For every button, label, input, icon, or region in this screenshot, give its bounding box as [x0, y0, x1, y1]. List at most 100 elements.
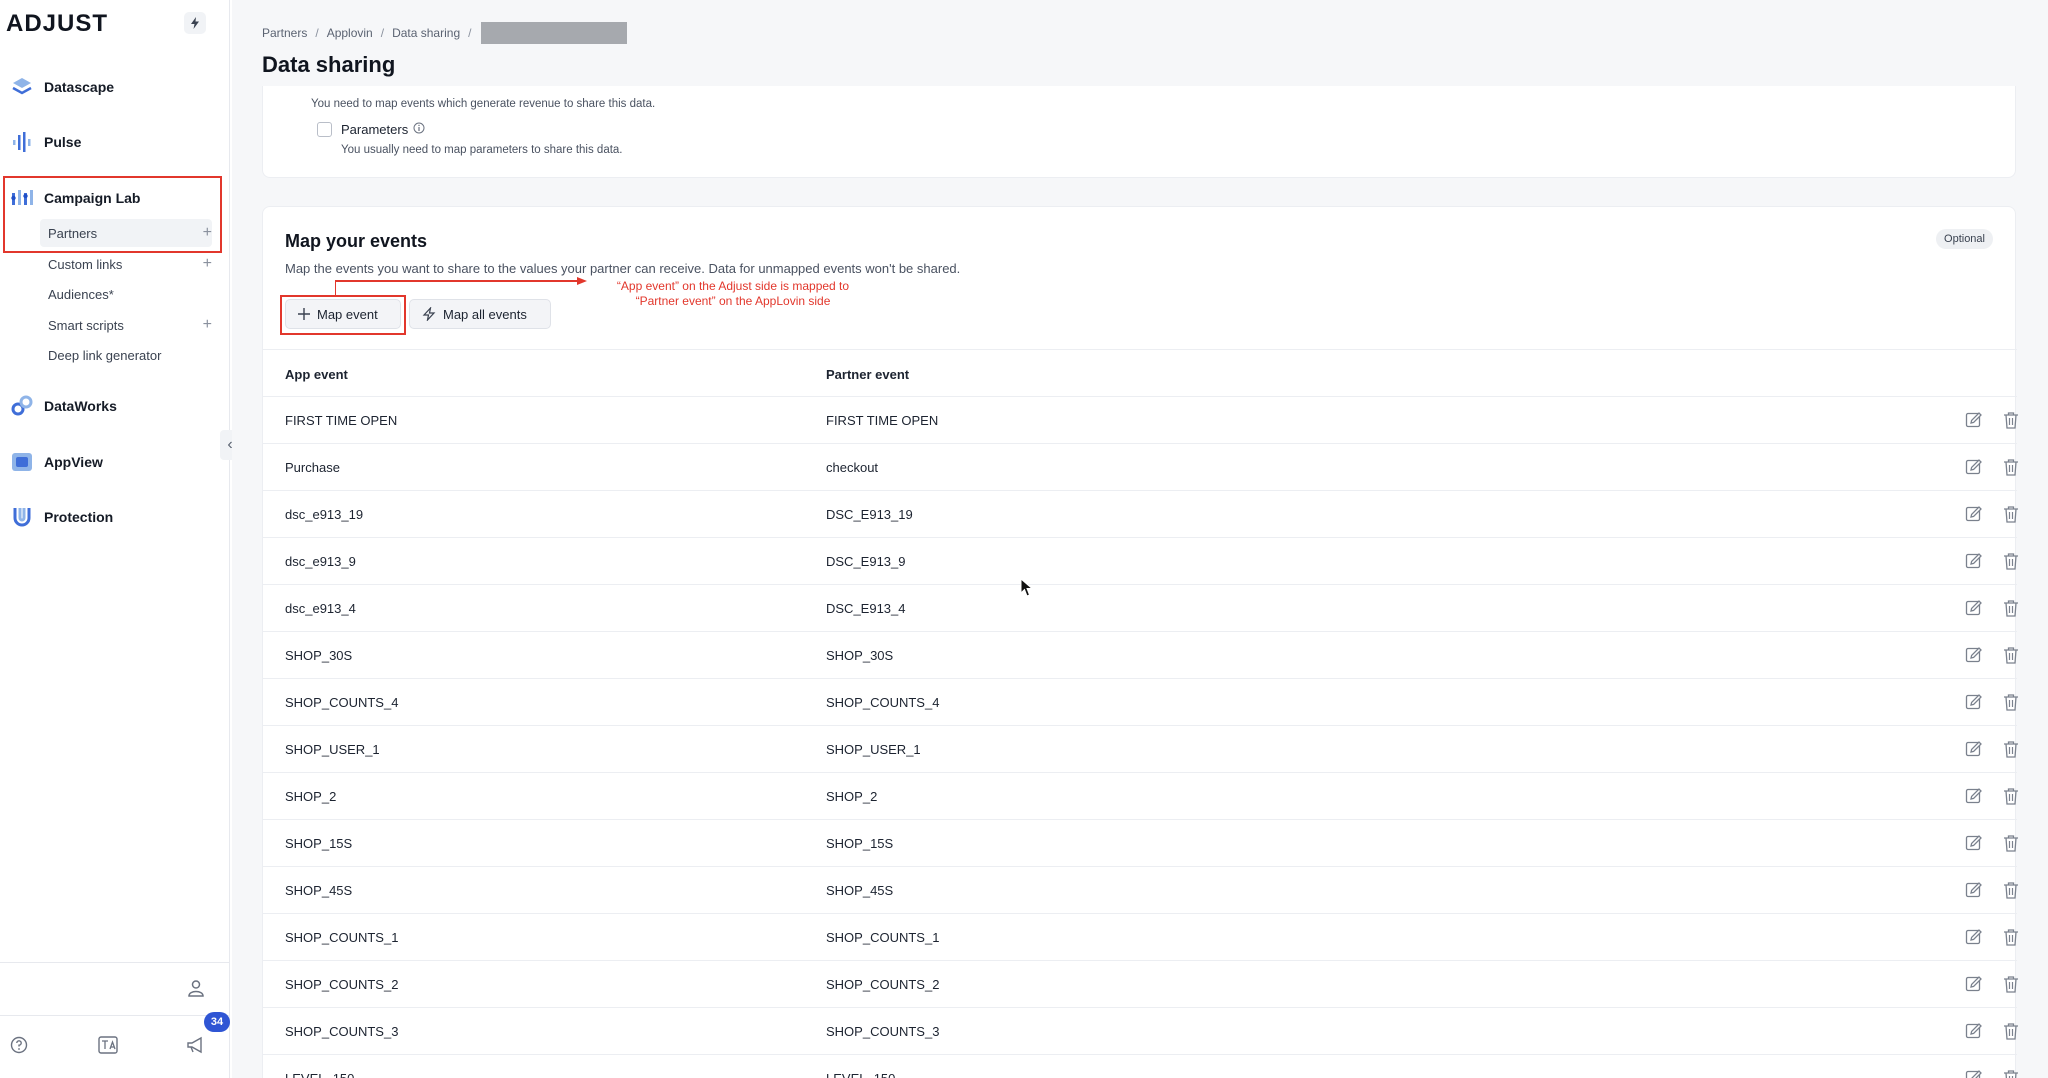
table-row: SHOP_2 SHOP_2 — [263, 773, 2019, 820]
app-event-cell: dsc_e913_9 — [285, 554, 356, 569]
nav-label: Protection — [44, 509, 114, 525]
partner-event-cell: SHOP_COUNTS_4 — [826, 695, 940, 710]
breadcrumb-separator: / — [468, 26, 472, 40]
table-row: SHOP_15S SHOP_15S — [263, 820, 2019, 867]
trash-icon[interactable] — [2003, 646, 2019, 669]
table-row: SHOP_30S SHOP_30S — [263, 632, 2019, 679]
map-all-events-button[interactable]: Map all events — [409, 299, 551, 329]
protection-icon — [10, 505, 34, 529]
app-event-cell: SHOP_COUNTS_1 — [285, 930, 399, 945]
nav-dataworks[interactable]: DataWorks — [10, 389, 117, 423]
table-row: SHOP_COUNTS_1 SHOP_COUNTS_1 — [263, 914, 2019, 961]
nav-protection[interactable]: Protection — [10, 500, 113, 534]
breadcrumb-partners[interactable]: Partners — [262, 26, 307, 40]
sidebar-item-label: Audiences* — [48, 286, 114, 302]
sidebar-item-custom-links[interactable]: Custom links + — [48, 250, 212, 278]
parameters-label-row[interactable]: Parameters — [341, 122, 425, 137]
nav-datascape[interactable]: Datascape — [10, 70, 114, 104]
breadcrumb-applovin[interactable]: Applovin — [327, 26, 373, 40]
announcement-megaphone-icon[interactable] — [186, 1036, 206, 1059]
page-title: Data sharing — [262, 52, 396, 77]
column-header-app-event: App event — [285, 367, 348, 382]
edit-icon[interactable] — [1965, 928, 1983, 951]
trash-icon[interactable] — [2003, 1069, 2019, 1078]
add-custom-link-plus-icon[interactable]: + — [203, 255, 212, 273]
button-label: Map event — [317, 306, 378, 322]
table-row: FIRST TIME OPEN FIRST TIME OPEN — [263, 397, 2019, 444]
edit-icon[interactable] — [1965, 646, 1983, 669]
trash-icon[interactable] — [2003, 505, 2019, 528]
adjust-logo[interactable]: ADJUST — [6, 10, 108, 38]
add-smart-script-plus-icon[interactable]: + — [203, 316, 212, 334]
optional-badge: Optional — [1936, 229, 1993, 249]
add-partner-plus-icon[interactable]: + — [203, 224, 212, 242]
map-event-button[interactable]: Map event — [285, 299, 401, 329]
info-icon[interactable] — [413, 122, 425, 137]
edit-icon[interactable] — [1965, 740, 1983, 763]
trash-icon[interactable] — [2003, 787, 2019, 810]
sidebar-item-audiences[interactable]: Audiences* — [48, 280, 212, 308]
app-event-cell: SHOP_45S — [285, 883, 353, 898]
app-event-cell: SHOP_2 — [285, 789, 337, 804]
trash-icon[interactable] — [2003, 693, 2019, 716]
revenue-note: You need to map events which generate re… — [311, 98, 656, 110]
edit-icon[interactable] — [1965, 975, 1983, 998]
sidebar-item-label: Deep link generator — [48, 347, 162, 363]
translate-icon[interactable] — [98, 1036, 118, 1059]
bolt-icon — [191, 17, 199, 29]
edit-icon[interactable] — [1965, 552, 1983, 575]
edit-icon[interactable] — [1965, 411, 1983, 434]
help-icon[interactable] — [10, 1036, 28, 1059]
annotation-line: “App event” on the Adjust side is mapped… — [616, 279, 850, 293]
edit-icon[interactable] — [1965, 787, 1983, 810]
sidebar-item-label: Custom links — [48, 256, 123, 272]
edit-icon[interactable] — [1965, 1022, 1983, 1045]
edit-icon[interactable] — [1965, 599, 1983, 622]
app-event-cell: FIRST TIME OPEN — [285, 413, 398, 428]
main-content: Partners / Applovin / Data sharing / Dat… — [232, 0, 2048, 1078]
edit-icon[interactable] — [1965, 834, 1983, 857]
table-row: SHOP_COUNTS_3 SHOP_COUNTS_3 — [263, 1008, 2019, 1055]
section-description: Map the events you want to share to the … — [285, 261, 961, 276]
nav-pulse[interactable]: Pulse — [10, 125, 81, 159]
sidebar-item-smart-scripts[interactable]: Smart scripts + — [48, 311, 212, 339]
pin-sidebar-button[interactable] — [184, 12, 206, 34]
edit-icon[interactable] — [1965, 458, 1983, 481]
plus-icon — [298, 308, 310, 320]
table-row: dsc_e913_9 DSC_E913_9 — [263, 538, 2019, 585]
trash-icon[interactable] — [2003, 1022, 2019, 1045]
edit-icon[interactable] — [1965, 505, 1983, 528]
partner-event-cell: SHOP_30S — [826, 648, 894, 663]
trash-icon[interactable] — [2003, 740, 2019, 763]
trash-icon[interactable] — [2003, 458, 2019, 481]
column-header-partner-event: Partner event — [826, 367, 910, 382]
divider — [0, 962, 230, 963]
partner-event-cell: SHOP_2 — [826, 789, 878, 804]
trash-icon[interactable] — [2003, 552, 2019, 575]
edit-icon[interactable] — [1965, 881, 1983, 904]
partner-event-cell: LEVEL_150 — [826, 1071, 895, 1078]
trash-icon[interactable] — [2003, 928, 2019, 951]
table-row: SHOP_COUNTS_4 SHOP_COUNTS_4 — [263, 679, 2019, 726]
user-icon[interactable] — [186, 978, 206, 1003]
partner-event-cell: SHOP_COUNTS_2 — [826, 977, 940, 992]
trash-icon[interactable] — [2003, 975, 2019, 998]
partner-event-cell: DSC_E913_4 — [826, 601, 906, 616]
trash-icon[interactable] — [2003, 599, 2019, 622]
sidebar-item-partners[interactable]: Partners + — [40, 219, 212, 247]
partner-event-cell: DSC_E913_9 — [826, 554, 906, 569]
app-event-cell: Purchase — [285, 460, 340, 475]
trash-icon[interactable] — [2003, 834, 2019, 857]
trash-icon[interactable] — [2003, 881, 2019, 904]
trash-icon[interactable] — [2003, 411, 2019, 434]
campaign-lab-icon — [10, 186, 34, 210]
edit-icon[interactable] — [1965, 1069, 1983, 1078]
nav-campaign-lab[interactable]: Campaign Lab — [10, 181, 140, 215]
partner-event-cell: SHOP_COUNTS_1 — [826, 930, 940, 945]
app-event-cell: SHOP_COUNTS_3 — [285, 1024, 399, 1039]
edit-icon[interactable] — [1965, 693, 1983, 716]
parameters-checkbox[interactable] — [317, 122, 332, 137]
nav-appview[interactable]: AppView — [10, 445, 103, 479]
sidebar-item-deep-link-generator[interactable]: Deep link generator — [48, 341, 212, 369]
breadcrumb-data-sharing[interactable]: Data sharing — [392, 26, 460, 40]
